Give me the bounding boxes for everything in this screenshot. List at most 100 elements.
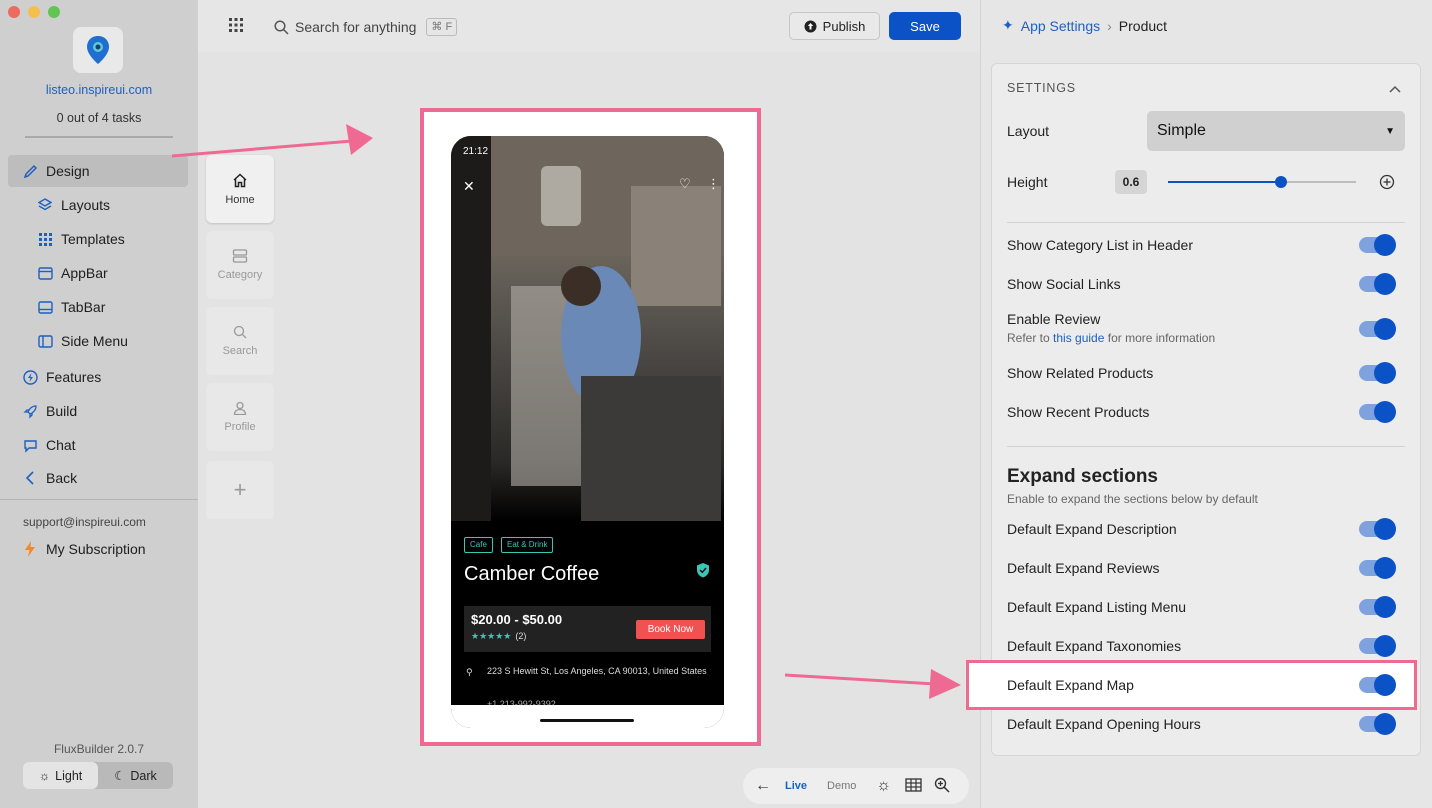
sidebar-item-back[interactable]: Back	[8, 462, 188, 494]
toggle-show-related-products[interactable]	[1359, 362, 1396, 384]
caret-down-icon: ▼	[1385, 125, 1395, 137]
live-mode-button[interactable]: Live	[785, 780, 807, 792]
price-range: $20.00 - $50.00	[471, 612, 563, 627]
publish-button[interactable]: Publish	[789, 12, 880, 40]
tab-category[interactable]: Category	[206, 231, 274, 299]
zoom-window-button[interactable]	[48, 6, 60, 18]
toggle-show-category-list[interactable]	[1359, 234, 1396, 256]
save-button[interactable]: Save	[889, 12, 961, 40]
search-icon	[274, 19, 289, 35]
sidebar-item-appbar[interactable]: AppBar	[8, 257, 188, 289]
expand-hint: Enable to expand the sections below by d…	[1007, 492, 1258, 506]
sidebar-item-build[interactable]: Build	[8, 395, 188, 427]
breadcrumb: ✦ App Settings › Product	[1002, 17, 1167, 34]
sidebar-item-label: TabBar	[61, 299, 106, 315]
layout-value: Simple	[1157, 122, 1206, 139]
more-icon[interactable]: ⋮	[707, 176, 720, 192]
tab-home[interactable]: Home	[206, 155, 274, 223]
height-label: Height	[1007, 174, 1048, 190]
demo-mode-button[interactable]: Demo	[827, 780, 856, 792]
back-arrow-icon[interactable]: ←	[755, 777, 771, 795]
cafe-photo	[451, 136, 724, 521]
chevron-left-icon	[22, 470, 38, 486]
sidebar-item-label: Back	[46, 470, 78, 486]
toggle-expand-listing-menu[interactable]	[1359, 596, 1396, 618]
add-tab-button[interactable]: +	[206, 461, 274, 519]
table-icon[interactable]	[905, 777, 922, 795]
star-icons: ★★★★★	[471, 631, 512, 641]
heart-icon[interactable]: ♡	[679, 176, 691, 192]
brightness-icon[interactable]: ☼	[876, 777, 891, 795]
sidemenu-icon	[37, 333, 53, 349]
toggle-label: Show Social Links	[1007, 276, 1121, 292]
toggle-show-social-links[interactable]	[1359, 273, 1396, 295]
search-placeholder: Search for anything	[295, 19, 417, 35]
tab-label: Profile	[224, 421, 256, 433]
sidebar-item-label: Layouts	[61, 197, 111, 213]
apps-grid-icon[interactable]	[228, 17, 244, 38]
tab-search[interactable]: Search	[206, 307, 274, 375]
sidebar-item-side-menu[interactable]: Side Menu	[8, 325, 188, 357]
search-bar[interactable]: Search for anything ⌘ F	[274, 18, 458, 36]
publish-label: Publish	[822, 18, 866, 34]
tag-chip[interactable]: Cafe	[464, 537, 493, 553]
breadcrumb-app-settings[interactable]: App Settings	[1021, 18, 1100, 34]
my-subscription-link[interactable]: My Subscription	[8, 533, 188, 565]
support-email[interactable]: support@inspireui.com	[23, 515, 146, 529]
toggle-label: Default Expand Taxonomies	[1007, 638, 1182, 654]
search-icon	[233, 325, 247, 339]
theme-light-option[interactable]: ☼ Light	[23, 762, 98, 789]
window-controls	[8, 6, 60, 18]
book-now-button[interactable]: Book Now	[636, 620, 705, 639]
zoom-in-icon[interactable]	[934, 777, 950, 796]
toggle-expand-opening-hours[interactable]	[1359, 713, 1396, 735]
site-url[interactable]: listeo.inspireui.com	[0, 83, 198, 97]
phone-bottom-area	[451, 705, 724, 728]
tasks-progress-bar	[25, 136, 173, 138]
theme-dark-option[interactable]: ☾ Dark	[98, 762, 173, 789]
listing-address: 223 S Hewitt St, Los Angeles, CA 90013, …	[487, 666, 707, 676]
subscription-label: My Subscription	[46, 541, 146, 557]
app-logo[interactable]	[73, 27, 123, 73]
height-slider[interactable]	[1168, 176, 1356, 188]
expand-sections-title: Expand sections	[1007, 466, 1158, 487]
sidebar-item-chat[interactable]: Chat	[8, 429, 188, 461]
tag-chip[interactable]: Eat & Drink	[501, 537, 554, 553]
toggle-expand-map[interactable]	[1359, 674, 1396, 696]
toggle-expand-taxonomies[interactable]	[1359, 635, 1396, 657]
phone-preview[interactable]: 21:12 ✕ ♡ ⋮ Cafe Eat & Drink Camber Coff…	[451, 136, 724, 728]
sidebar-item-features[interactable]: Features	[8, 361, 188, 393]
sidebar-item-design[interactable]: Design	[8, 155, 188, 187]
divider	[1007, 446, 1405, 447]
height-value[interactable]: 0.6	[1115, 170, 1147, 194]
toggle-enable-review[interactable]	[1359, 318, 1396, 340]
add-circle-icon[interactable]	[1379, 174, 1395, 195]
guide-link[interactable]: this guide	[1053, 331, 1104, 345]
location-pin-icon: ⚲	[466, 667, 473, 677]
toggle-show-recent-products[interactable]	[1359, 401, 1396, 423]
toggle-expand-description[interactable]	[1359, 518, 1396, 540]
rating-stars: ★★★★★ (2)	[471, 631, 526, 642]
toggle-label: Default Expand Map	[1007, 677, 1134, 693]
tab-label: Category	[217, 269, 263, 281]
sidebar-item-label: AppBar	[61, 265, 108, 281]
sidebar-item-tabbar[interactable]: TabBar	[8, 291, 188, 323]
sidebar-item-templates[interactable]: Templates	[8, 223, 188, 255]
chevron-up-icon[interactable]	[1389, 80, 1401, 98]
layout-select[interactable]: Simple ▼	[1147, 111, 1405, 151]
tab-profile[interactable]: Profile	[206, 383, 274, 451]
slider-thumb[interactable]	[1275, 176, 1287, 188]
close-window-button[interactable]	[8, 6, 20, 18]
price-box: $20.00 - $50.00 ★★★★★ (2) Book Now	[464, 606, 711, 652]
slider-fill	[1168, 181, 1281, 183]
preview-mode-bar: ← Live Demo ☼	[743, 768, 969, 804]
map-pin-icon	[87, 36, 109, 64]
divider	[1007, 222, 1405, 223]
magic-wand-icon: ✦	[1002, 17, 1014, 33]
close-icon[interactable]: ✕	[463, 178, 475, 195]
sidebar-item-layouts[interactable]: Layouts	[8, 189, 188, 221]
toggle-expand-reviews[interactable]	[1359, 557, 1396, 579]
hint-text: Refer to	[1007, 331, 1050, 345]
minimize-window-button[interactable]	[28, 6, 40, 18]
status-time: 21:12	[463, 146, 489, 157]
